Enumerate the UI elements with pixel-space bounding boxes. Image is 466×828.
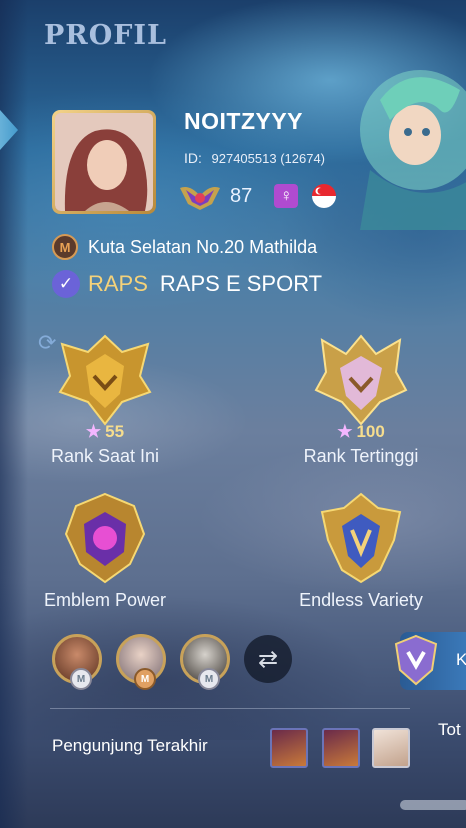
rank-highest-stars: 100 [356,422,385,441]
check-verified-icon: ✓ [52,270,80,298]
mastery-badge-icon: M [70,668,92,690]
rank-shield-icon [394,634,438,686]
emblem-power[interactable]: Emblem Power [38,490,172,611]
emblem-power-icon [64,492,146,584]
svg-text:M: M [60,240,71,255]
total-visitors-label: Tot [438,720,461,739]
emblem-power-label: Emblem Power [43,590,167,610]
right-panel-label: K [456,650,466,669]
mastery-badge-icon: M [198,668,220,690]
hero-avatar[interactable]: M [180,634,230,690]
visitor-avatar[interactable] [322,728,360,768]
level-badge-icon [180,187,220,210]
mythic-rank-badge-icon [58,334,152,426]
player-id: ID: 927405513 (12674) [184,150,325,166]
hero-artwork [360,70,466,230]
endless-variety[interactable]: Endless Variety [286,490,436,611]
mlbb-location-icon: M [52,234,78,260]
rank-current-stars: 55 [105,422,125,441]
avatar-photo [55,113,153,211]
star-icon: ★ [337,422,353,441]
hero-avatar[interactable]: M [52,634,102,690]
location-text: Kuta Selatan No.20 Mathilda [88,236,318,257]
swap-icon[interactable]: ⇄ [244,635,292,683]
profile-avatar[interactable] [52,110,156,214]
visitor-avatar[interactable] [372,728,410,768]
endless-variety-badge-icon [320,492,402,584]
page-title: PROFIL [44,20,168,51]
squad-name: RAPS E SPORT [159,271,323,296]
recent-visitors-label: Pengunjung Terakhir [52,736,208,755]
squad-tag: RAPS [88,271,148,296]
mastery-badge-icon: M [134,668,156,690]
favorite-heroes: M M M ⇄ [52,634,292,690]
rank-highest[interactable]: ★ 100 Rank Tertinggi [294,332,428,467]
player-name: NOITZYYY [184,108,304,134]
singapore-flag-icon [312,184,337,208]
rank-highest-label: Rank Tertinggi [303,446,419,466]
scrollbar[interactable] [400,800,466,810]
right-panel-button[interactable]: K [394,632,466,690]
squad-row[interactable]: ✓ RAPS RAPS E SPORT [52,270,322,298]
rank-current-label: Rank Saat Ini [50,446,160,466]
endless-variety-label: Endless Variety [299,590,423,610]
hero-avatar[interactable]: M [116,634,166,690]
rank-current[interactable]: ★ 55 Rank Saat Ini [40,332,170,467]
divider [50,708,410,709]
stat-row: 87 ♀ [178,180,337,212]
id-label: ID: [184,150,202,166]
star-icon: ★ [85,422,102,441]
mythic-glory-badge-icon [314,334,408,426]
female-symbol-icon: ♀ [274,184,299,208]
id-value: 927405513 (12674) [211,151,326,166]
player-level: 87 [230,184,253,207]
location-row: M Kuta Selatan No.20 Mathilda [52,234,317,260]
visitor-avatar[interactable] [270,728,308,768]
